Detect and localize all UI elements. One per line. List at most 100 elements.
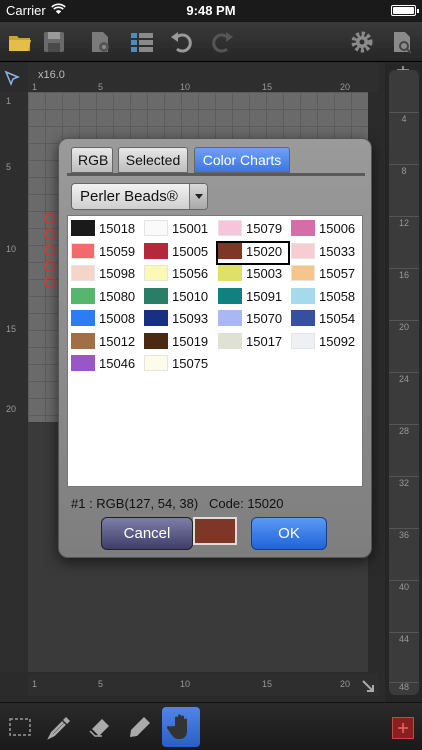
color-swatch-item[interactable]: 15005 — [144, 242, 214, 263]
chevron-down-icon[interactable] — [189, 184, 207, 209]
ruler-tick: 10 — [180, 679, 191, 689]
document-search-icon[interactable] — [388, 28, 416, 56]
color-picker-dialog: RGB Selected Color Charts Perler Beads® … — [58, 138, 372, 558]
color-code: 15008 — [99, 311, 136, 326]
color-swatch-item[interactable]: 15058 — [291, 287, 361, 308]
color-code: 15012 — [99, 333, 136, 349]
color-swatch — [144, 220, 168, 236]
color-swatch-item[interactable]: 15019 — [144, 332, 214, 353]
color-swatch-item[interactable]: 15091 — [218, 287, 288, 308]
color-swatch-item[interactable]: 15093 — [144, 310, 214, 330]
ruler-bottom: 1 5 10 15 20 — [28, 674, 378, 696]
color-swatch — [144, 355, 168, 371]
open-folder-icon[interactable] — [6, 28, 34, 56]
bead-ring — [44, 212, 56, 224]
color-chart-list[interactable]: 15018 15001 15079 15006 15059 15005 15020 15033… — [67, 215, 363, 487]
tab-color-charts[interactable]: Color Charts — [194, 147, 290, 173]
color-swatch — [71, 220, 95, 236]
color-swatch-item[interactable]: 15008 — [71, 310, 141, 330]
ruler-tick: 5 — [98, 679, 104, 689]
color-swatch — [218, 265, 242, 281]
save-icon[interactable] — [40, 28, 68, 56]
right-layer-panel[interactable]: 4 8 12 16 20 24 28 32 36 40 44 48 — [385, 62, 422, 702]
color-swatch-item[interactable]: 15001 — [144, 220, 214, 240]
color-swatch-item[interactable]: 15003 — [218, 265, 288, 285]
color-swatch — [144, 332, 168, 349]
battery-icon — [391, 5, 419, 16]
layers-list-icon[interactable] — [128, 28, 156, 56]
layer-strip[interactable]: 4 8 12 16 20 24 28 32 36 40 44 48 — [389, 70, 419, 695]
select-arrow-icon[interactable] — [4, 70, 22, 88]
color-swatch-item[interactable]: 15046 — [71, 355, 141, 375]
color-swatch — [71, 287, 95, 304]
color-swatch — [218, 287, 242, 304]
color-swatch-item[interactable]: 15070 — [218, 310, 288, 330]
color-swatch — [71, 265, 95, 281]
layer-number: 24 — [398, 374, 409, 384]
color-swatch — [218, 332, 242, 349]
color-code: 15017 — [246, 333, 283, 349]
color-code: 15006 — [319, 221, 356, 236]
bead-ring — [44, 260, 56, 272]
layer-number: 4 — [401, 114, 407, 124]
ruler-tick: 15 — [262, 82, 273, 92]
ok-button[interactable]: OK — [251, 517, 327, 550]
dropper-icon[interactable] — [44, 711, 76, 743]
color-code: 15005 — [172, 243, 209, 259]
current-color-button[interactable] — [392, 717, 414, 739]
color-swatch-item[interactable]: 15056 — [144, 265, 214, 285]
gear-icon[interactable] — [348, 28, 376, 56]
color-code: 15001 — [172, 221, 209, 236]
color-swatch-item[interactable]: 15080 — [71, 287, 141, 308]
color-swatch — [71, 332, 95, 349]
color-code: 15010 — [172, 288, 209, 304]
color-swatch — [218, 220, 242, 236]
bead-ring — [44, 276, 56, 288]
marquee-select-icon[interactable] — [4, 711, 36, 743]
color-swatch-item[interactable]: 15020 — [216, 240, 290, 265]
color-code: 15092 — [319, 333, 356, 349]
color-swatch-item[interactable]: 15033 — [291, 242, 361, 263]
bead-ring — [44, 244, 56, 256]
ruler-tick: 1 — [32, 82, 38, 92]
color-swatch-item[interactable]: 15017 — [218, 332, 288, 353]
color-code: 15056 — [172, 266, 209, 281]
cancel-button[interactable]: Cancel — [101, 517, 193, 550]
color-code: 15019 — [172, 333, 209, 349]
color-swatch-item[interactable]: 15012 — [71, 332, 141, 353]
color-swatch-item[interactable]: 15010 — [144, 287, 214, 308]
color-swatch-item[interactable]: 15079 — [218, 220, 288, 240]
palette-dropdown[interactable]: Perler Beads® — [71, 183, 208, 210]
undo-icon[interactable] — [168, 28, 196, 56]
tab-rgb[interactable]: RGB — [71, 147, 113, 173]
color-swatch-item[interactable]: 15054 — [291, 310, 361, 330]
color-swatch-item[interactable]: 15075 — [144, 355, 214, 375]
color-swatch-item[interactable]: 15018 — [71, 220, 141, 240]
color-swatch — [71, 355, 95, 371]
status-bar: Carrier 9:48 PM — [0, 0, 422, 22]
color-code: 15093 — [172, 311, 209, 326]
color-swatch — [144, 310, 168, 326]
tab-selected[interactable]: Selected — [118, 147, 188, 173]
color-swatch — [291, 242, 315, 259]
color-code: 15098 — [99, 266, 136, 281]
page-settings-icon[interactable] — [86, 28, 114, 56]
color-swatch — [144, 287, 168, 304]
resize-arrow-icon[interactable] — [360, 678, 378, 696]
eraser-icon[interactable] — [84, 711, 116, 743]
color-swatch-item[interactable]: 15057 — [291, 265, 361, 285]
layer-number: 12 — [398, 218, 409, 228]
color-swatch-item[interactable]: 15098 — [71, 265, 141, 285]
redo-icon[interactable] — [208, 28, 236, 56]
ruler-tick: 1 — [6, 96, 12, 106]
color-swatch-item[interactable]: 15059 — [71, 242, 141, 263]
pencil-icon[interactable] — [124, 711, 156, 743]
selected-color-preview — [193, 517, 237, 545]
selected-color-info: #1 : RGB(127, 54, 38) Code: 15020 — [71, 496, 284, 511]
color-swatch-item[interactable]: 15006 — [291, 220, 361, 240]
hand-icon — [167, 714, 187, 739]
pan-tool-button[interactable] — [162, 707, 200, 747]
layer-number: 32 — [398, 478, 409, 488]
color-swatch — [144, 265, 168, 281]
color-swatch-item[interactable]: 15092 — [291, 332, 361, 353]
